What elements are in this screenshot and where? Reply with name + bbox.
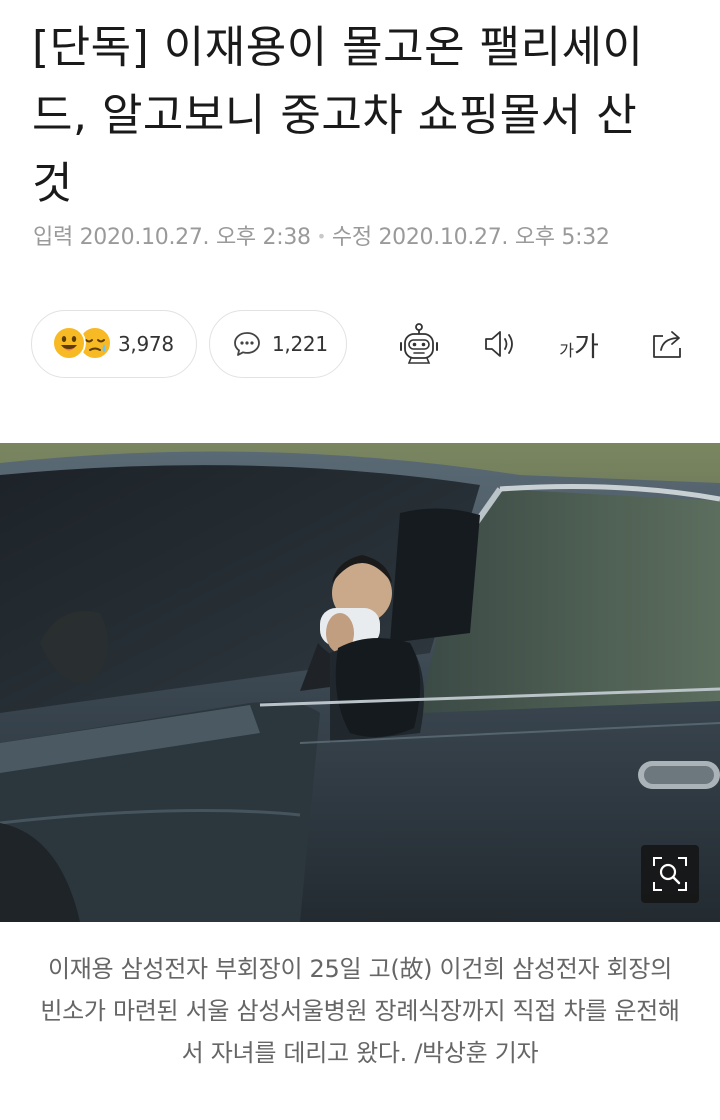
input-time: 2020.10.27. 오후 2:38 [79,225,311,250]
article-photo[interactable] [0,443,720,922]
zoom-search-icon [653,857,687,891]
reaction-button[interactable]: 3,978 [31,310,197,378]
zoom-button[interactable] [641,845,699,903]
photo-caption: 이재용 삼성전자 부회장이 25일 고(故) 이건희 삼성전자 회장의 빈소가 … [40,955,680,1067]
article-page: [단독] 이재용이 몰고온 팰리세이드, 알고보니 중고차 쇼핑몰서 산 것 입… [0,0,720,1120]
comment-button[interactable]: 1,221 [209,310,347,378]
input-label: 입력 [33,225,73,250]
share-button[interactable] [643,320,691,368]
font-size-icon: 가가 [559,331,599,363]
share-icon [653,331,681,358]
modified-time: 2020.10.27. 오후 5:32 [378,225,610,250]
robot-icon [400,323,438,364]
article-action-bar: 3,978 1,221 가가 [0,310,720,382]
article-headline: [단독] 이재용이 몰고온 팰리세이드, 알고보니 중고차 쇼핑몰서 산 것 [32,22,644,209]
modified-label: 수정 [331,225,372,250]
listen-button[interactable] [476,320,524,368]
speaker-icon [485,331,513,357]
font-size-button[interactable]: 가가 [555,320,603,368]
summary-bot-button[interactable] [395,320,443,368]
article-photo-image [0,443,720,922]
comment-icon [234,332,260,356]
reaction-emojis [52,325,118,363]
meta-separator: • [316,227,326,246]
emoji-smile-icon [52,326,86,360]
reaction-count: 3,978 [118,332,174,356]
comment-count: 1,221 [272,332,328,356]
article-meta: 입력 2020.10.27. 오후 2:38 • 수정 2020.10.27. 오후… [33,219,610,251]
